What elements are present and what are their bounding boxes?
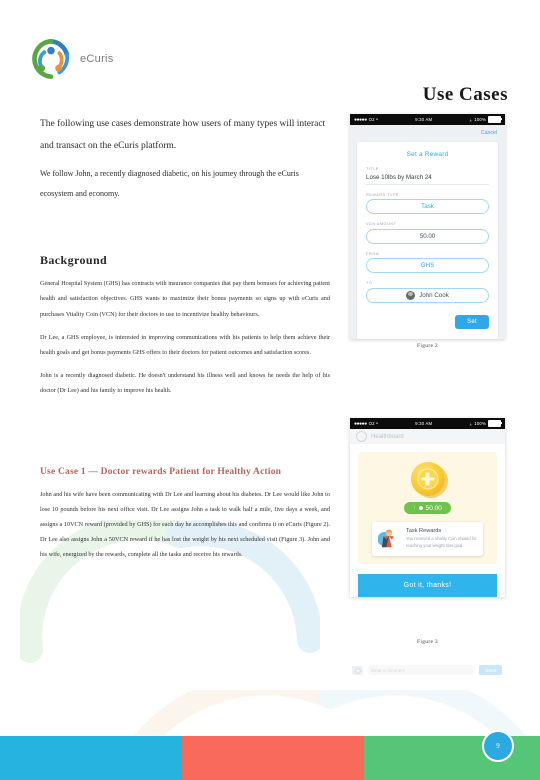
reward-amount-value: 50.00 — [425, 504, 442, 512]
background-heading: Background — [40, 253, 108, 268]
bluetooth-icon: ᛦ — [469, 117, 473, 122]
send-button[interactable]: Send — [479, 665, 502, 675]
use-case-1-paragraph: John and his wife have been communicatin… — [40, 490, 330, 559]
status-time: 9:30 AM — [415, 117, 433, 122]
footer-bar-blue — [0, 736, 182, 780]
battery-icon — [487, 116, 502, 123]
vcn-amount-field-label: VCN AMOUNT — [366, 222, 397, 226]
status-bar: ●●●●● O2 ᵜ 9:30 AM ᛦ 100% — [350, 114, 505, 125]
set-reward-card: Set a Reward TITLE Lose 10lbs by March 2… — [357, 142, 498, 339]
notification-title: Task Rewards — [406, 528, 442, 534]
signal-dots-icon: ●●●●● — [354, 116, 367, 123]
vitality-coin-icon — [410, 462, 445, 496]
page-title: Use Cases — [422, 84, 508, 105]
phone-mockup-healthboard: ●●●●● O2 ᵜ 9:30 AM ᛦ 100% Healthboard ↑ … — [350, 418, 505, 597]
notification-card[interactable]: Task Rewards You received a Vitality Coi… — [372, 522, 483, 556]
got-it-button[interactable]: Got it, thanks! — [358, 574, 497, 597]
bluetooth-icon: ᛦ — [469, 421, 473, 426]
doctor-patient-illustration-icon — [378, 529, 397, 548]
from-field-label: FROM — [366, 251, 380, 256]
from-select[interactable]: GHS — [366, 258, 489, 273]
intro-paragraph-2: We follow John, a recently diagnosed dia… — [40, 168, 299, 199]
figure-2-caption: Figure 2 — [417, 342, 438, 349]
slide-page: eCuris Use Cases The following use cases… — [0, 0, 540, 780]
brand-name: eCuris — [80, 53, 114, 65]
nav-bar: Cancel — [350, 125, 505, 140]
signal-dots-icon: ●●●●● — [354, 420, 367, 427]
healthboard-body: ↑ 50.00 Task Rewards You received a Vita… — [350, 444, 505, 597]
background-paragraph-2: Dr Lee, a GHS employee, is interested in… — [40, 333, 330, 357]
to-field-label: TO — [366, 281, 373, 285]
coin-dot-icon — [418, 506, 423, 510]
user-avatar-icon — [406, 290, 416, 300]
notification-body: You received a Vitality Coin reward for … — [406, 536, 477, 548]
reward-type-select[interactable]: Task — [366, 199, 489, 214]
title-input[interactable]: Lose 10lbs by March 24 — [366, 174, 489, 185]
reward-type-field-label: REWARD TYPE — [366, 192, 400, 197]
battery-icon — [487, 420, 502, 427]
camera-icon[interactable] — [352, 665, 363, 675]
background-paragraph-1: General Hospital System (GHS) has contra… — [40, 280, 330, 318]
to-value-label: John Cook — [419, 291, 449, 299]
footer-color-bars — [0, 736, 540, 780]
phone-mockup-set-reward: ●●●●● O2 ᵜ 9:30 AM ᛦ 100% Cancel Set a R… — [350, 114, 505, 339]
title-field-label: TITLE — [366, 167, 379, 171]
background-paragraph-3: John is a recently diagnosed diabetic. H… — [40, 372, 330, 395]
ecuris-circle-icon — [356, 431, 367, 442]
cancel-button[interactable]: Cancel — [481, 130, 497, 136]
battery-percent: 100% — [474, 117, 486, 122]
battery-percent: 100% — [474, 421, 486, 426]
comment-bar: Write a comment Send — [352, 665, 502, 675]
card-title: Set a Reward — [406, 151, 449, 158]
medical-cross-icon — [421, 472, 434, 486]
figure-3-caption: Figure 3 — [417, 639, 438, 645]
carrier-label: O2 ᵜ — [368, 421, 379, 426]
reward-card: ↑ 50.00 Task Rewards You received a Vita… — [358, 452, 497, 564]
page-number-badge: 9 — [482, 730, 514, 762]
brand-logo: eCuris — [30, 38, 114, 80]
reward-amount-badge: ↑ 50.00 — [404, 502, 451, 514]
status-bar: ●●●●● O2 ᵜ 9:30 AM ᛦ 100% — [350, 418, 505, 429]
use-case-1-heading: Use Case 1 — Doctor rewards Patient for … — [40, 466, 282, 477]
comment-input[interactable]: Write a comment — [367, 665, 476, 675]
figure-2: ●●●●● O2 ᵜ 9:30 AM ᛦ 100% Cancel Set a R… — [350, 114, 505, 349]
figure-3: ●●●●● O2 ᵜ 9:30 AM ᛦ 100% Healthboard ↑ … — [350, 418, 505, 645]
set-button[interactable]: Set — [455, 314, 489, 329]
to-select[interactable]: John Cook — [366, 287, 489, 303]
footer-bar-red — [182, 736, 364, 780]
arrow-up-icon: ↑ — [413, 505, 416, 511]
healthboard-title: Healthboard — [371, 433, 404, 440]
intro-paragraph-1: The following use cases demonstrate how … — [40, 119, 326, 151]
content-column: The following use cases demonstrate how … — [40, 114, 330, 571]
status-time: 9:30 AM — [415, 421, 433, 426]
carrier-label: O2 ᵜ — [368, 117, 379, 122]
vcn-amount-input[interactable]: 50.00 — [366, 228, 489, 244]
ecuris-swirl-logo-icon — [32, 39, 70, 79]
healthboard-header: Healthboard — [350, 429, 505, 444]
